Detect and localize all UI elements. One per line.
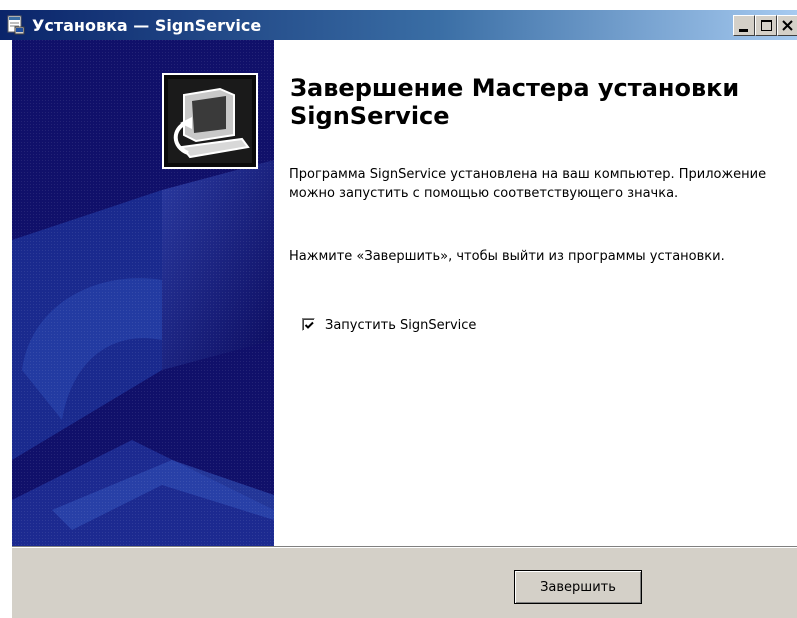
minimize-button[interactable] bbox=[733, 15, 755, 36]
page-title: Завершение Мастера установки SignService bbox=[290, 74, 740, 130]
maximize-icon bbox=[761, 20, 772, 31]
computer-setup-icon bbox=[162, 73, 258, 169]
launch-checkbox[interactable] bbox=[302, 318, 315, 331]
launch-checkbox-label[interactable]: Запустить SignService bbox=[325, 316, 476, 335]
wizard-footer bbox=[12, 548, 797, 618]
wizard-banner bbox=[12, 40, 274, 546]
title-bar[interactable]: Установка — SignService bbox=[0, 10, 797, 40]
installer-icon[interactable] bbox=[6, 15, 26, 35]
finish-instruction-text: Нажмите «Завершить», чтобы выйти из прог… bbox=[289, 249, 725, 264]
minimize-icon bbox=[739, 29, 748, 32]
window-title: Установка — SignService bbox=[32, 16, 262, 35]
close-icon bbox=[782, 20, 793, 31]
install-complete-text: Программа SignService установлена на ваш… bbox=[289, 167, 767, 201]
wizard-content: Завершение Мастера установки SignService… bbox=[274, 40, 797, 546]
checkmark-icon bbox=[304, 321, 314, 329]
maximize-button[interactable] bbox=[755, 15, 777, 36]
window-left-edge bbox=[0, 40, 12, 618]
close-button[interactable] bbox=[777, 15, 797, 36]
finish-button[interactable]: Завершить bbox=[514, 570, 642, 604]
